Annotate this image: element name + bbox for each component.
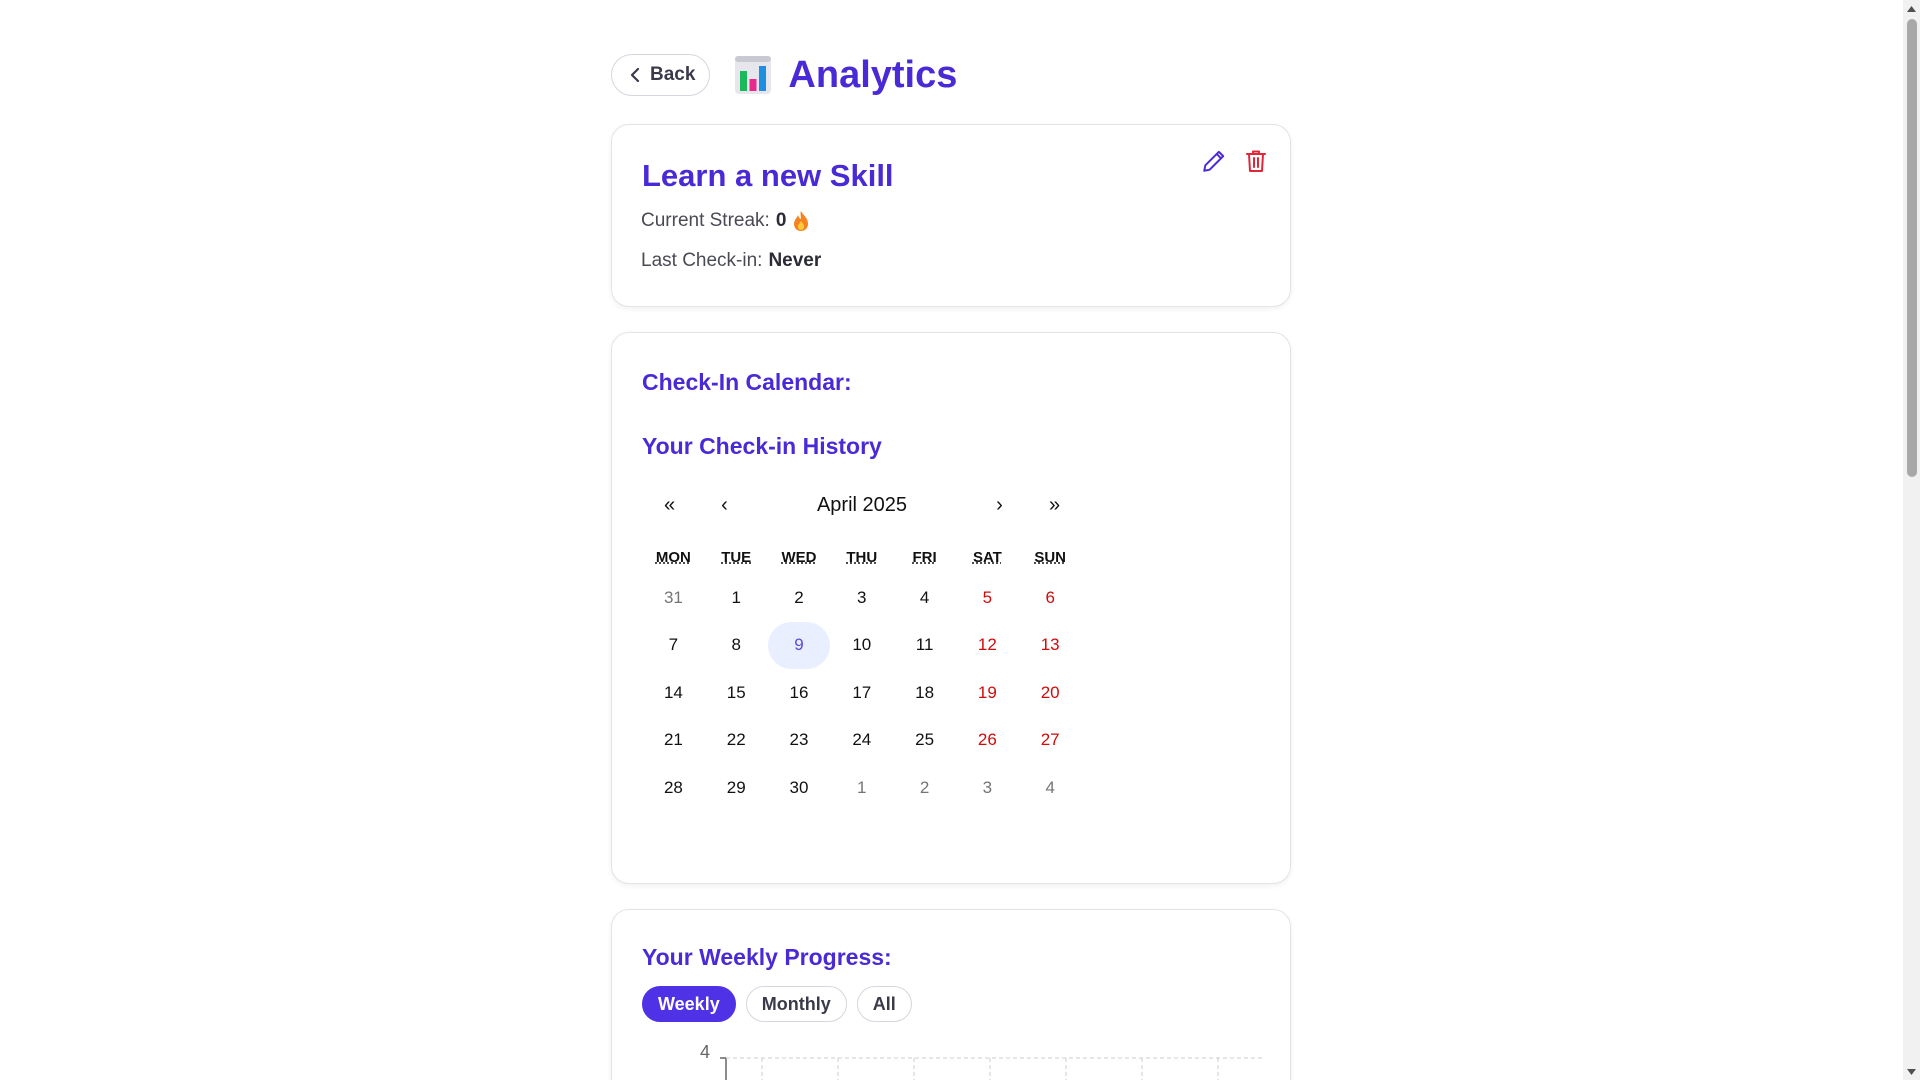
calendar-week: 7 8 9 10 11 12 13	[642, 621, 1082, 670]
weekday-label: TUE	[721, 549, 752, 566]
next-month-button[interactable]: ›	[972, 494, 1027, 517]
month-label[interactable]: April 2025	[752, 494, 972, 517]
calendar: « ‹ April 2025 › » MON TUE WED THU FRI S…	[642, 483, 1082, 812]
calendar-week: 31 1 2 3 4 5 6	[642, 574, 1082, 622]
weekday-label: FRI	[912, 549, 937, 566]
calendar-day[interactable]: 3	[830, 574, 893, 622]
calendar-day[interactable]: 27	[1019, 717, 1082, 765]
title-group: Analytics	[734, 54, 957, 97]
calendar-day[interactable]: 30	[768, 764, 831, 812]
period-toggle-group: Weekly Monthly All	[642, 986, 912, 1022]
calendar-day[interactable]: 8	[705, 622, 768, 670]
back-button[interactable]: Back	[611, 54, 711, 96]
calendar-navigation: « ‹ April 2025 › »	[642, 483, 1082, 527]
calendar-day[interactable]: 13	[1019, 622, 1082, 670]
calendar-day[interactable]: 22	[705, 717, 768, 765]
calendar-day[interactable]: 10	[830, 622, 893, 670]
progress-title: Your Weekly Progress:	[642, 944, 892, 970]
last-checkin-line: Last Check-in: Never	[641, 250, 821, 272]
streak-label: Current Streak:	[641, 210, 770, 231]
calendar-day[interactable]: 18	[893, 669, 956, 717]
prev-year-button[interactable]: «	[642, 494, 697, 517]
calendar-day-today[interactable]: 9	[767, 621, 831, 669]
calendar-day[interactable]: 1	[705, 574, 768, 622]
calendar-day[interactable]: 31	[642, 574, 705, 622]
calendar-day[interactable]: 4	[1019, 764, 1082, 812]
calendar-card: Check-In Calendar: Your Check-in History…	[611, 332, 1291, 884]
weekday-label: WED	[781, 549, 817, 566]
habit-title: Learn a new Skill	[642, 158, 894, 193]
calendar-day[interactable]: 1	[830, 764, 893, 812]
calendar-day[interactable]: 16	[768, 669, 831, 717]
weekly-toggle[interactable]: Weekly	[642, 986, 736, 1022]
calendar-day[interactable]: 28	[642, 764, 705, 812]
calendar-day[interactable]: 19	[956, 669, 1019, 717]
last-checkin-label: Last Check-in:	[641, 250, 763, 271]
calendar-week: 28 29 30 1 2 3 4	[642, 764, 1082, 812]
calendar-day[interactable]: 15	[705, 669, 768, 717]
scroll-up-arrow-icon[interactable]	[1903, 0, 1920, 17]
weekday-label: SAT	[972, 549, 1002, 566]
pencil-icon	[1203, 150, 1225, 172]
calendar-day[interactable]: 2	[768, 574, 831, 622]
edit-button[interactable]	[1200, 147, 1228, 175]
scrollbar-thumb[interactable]	[1907, 19, 1917, 477]
streak-value: 0	[775, 210, 787, 231]
page-title: Analytics	[788, 53, 958, 96]
history-title: Your Check-in History	[642, 433, 882, 459]
calendar-day[interactable]: 20	[1019, 669, 1082, 717]
calendar-day[interactable]: 3	[956, 764, 1019, 812]
weekday-label: SUN	[1034, 549, 1067, 566]
back-button-label: Back	[650, 64, 696, 85]
weekday-label: THU	[846, 549, 878, 566]
calendar-day[interactable]: 14	[642, 669, 705, 717]
calendar-grid: 31 1 2 3 4 5 6 7 8 9 10 11 12 13 14 15 1…	[642, 574, 1082, 812]
weekday-label: MON	[655, 549, 691, 566]
weekday-header: MON TUE WED THU FRI SAT SUN	[642, 549, 1082, 566]
streak-line: Current Streak: 0	[641, 210, 810, 232]
progress-card: Your Weekly Progress: Weekly Monthly All…	[611, 909, 1291, 1080]
calendar-day[interactable]: 11	[893, 622, 956, 670]
calendar-week: 21 22 23 24 25 26 27	[642, 717, 1082, 765]
page: Back Analytics Learn a new Skill Current…	[0, 0, 1920, 1080]
calendar-section-title: Check-In Calendar:	[642, 369, 852, 395]
chart-grid	[720, 1057, 1262, 1080]
calendar-day[interactable]: 4	[893, 574, 956, 622]
calendar-day[interactable]: 25	[893, 717, 956, 765]
page-header: Back Analytics	[611, 49, 1291, 101]
delete-button[interactable]	[1242, 147, 1270, 175]
vertical-scrollbar[interactable]	[1903, 0, 1920, 1080]
prev-month-button[interactable]: ‹	[697, 494, 752, 517]
calendar-day[interactable]: 17	[830, 669, 893, 717]
chevron-left-icon	[630, 67, 640, 83]
next-year-button[interactable]: »	[1027, 494, 1082, 517]
calendar-day[interactable]: 2	[893, 764, 956, 812]
calendar-day[interactable]: 6	[1019, 574, 1082, 622]
scroll-down-arrow-icon[interactable]	[1903, 1063, 1920, 1080]
calendar-day[interactable]: 24	[830, 717, 893, 765]
all-toggle[interactable]: All	[856, 986, 912, 1022]
calendar-week: 14 15 16 17 18 19 20	[642, 669, 1082, 717]
progress-chart: 4	[642, 1042, 1262, 1080]
calendar-day[interactable]: 7	[642, 622, 705, 670]
habit-actions	[1200, 147, 1270, 175]
fire-icon	[794, 211, 809, 231]
bar-chart-icon	[735, 56, 772, 94]
calendar-day[interactable]: 29	[705, 764, 768, 812]
calendar-day[interactable]: 12	[956, 622, 1019, 670]
trash-icon	[1246, 150, 1266, 172]
calendar-day[interactable]: 21	[642, 717, 705, 765]
last-checkin-value: Never	[768, 250, 822, 271]
calendar-day[interactable]: 23	[768, 717, 831, 765]
calendar-day[interactable]: 26	[956, 717, 1019, 765]
calendar-day[interactable]: 5	[956, 574, 1019, 622]
monthly-toggle[interactable]: Monthly	[745, 986, 847, 1022]
